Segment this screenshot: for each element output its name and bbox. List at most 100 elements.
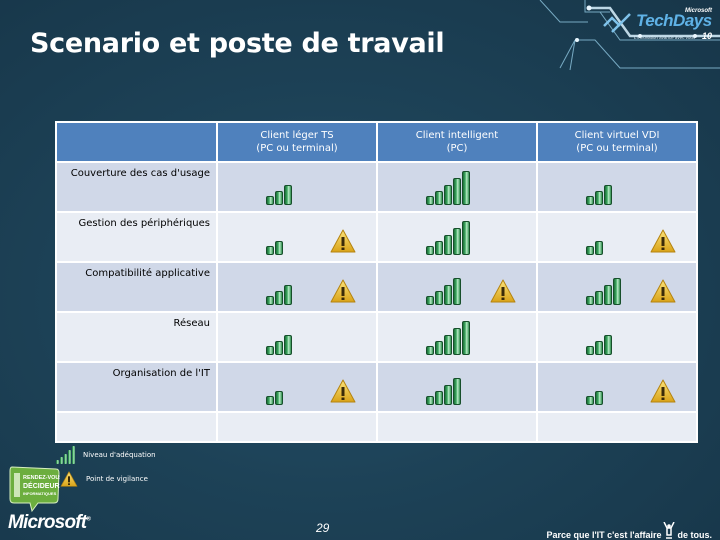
signal-bar (444, 185, 452, 205)
signal-bar (595, 191, 603, 205)
signal-bar (266, 196, 274, 205)
signal-bar (426, 346, 434, 355)
warning-icon (60, 471, 78, 487)
rating-cell (376, 261, 538, 313)
rating-cell (216, 211, 378, 263)
signal-bar (435, 241, 443, 255)
signal-bars-icon (586, 365, 603, 405)
row-label: Compatibilité applicative (55, 261, 218, 313)
tagline-after: de tous. (677, 530, 712, 540)
row-label: Couverture des cas d'usage (55, 161, 218, 213)
signal-bar (462, 221, 470, 255)
signal-bar (453, 378, 461, 405)
signal-bar (444, 235, 452, 255)
header-corner (55, 121, 218, 163)
signal-bar (426, 196, 434, 205)
table-row: Couverture des cas d'usage (55, 161, 698, 213)
signal-bar (595, 341, 603, 355)
column-header: Client virtuel VDI (PC ou terminal) (536, 121, 698, 163)
signal-bar (586, 296, 594, 305)
signal-bar (453, 228, 461, 255)
badge-line2: DÉCIDEURS (23, 481, 60, 490)
slide-title: Scenario et poste de travail (30, 28, 445, 59)
warning-icon (330, 229, 356, 253)
signal-bars-icon (266, 215, 283, 255)
comparison-table: Client léger TS (PC ou terminal) Client i… (55, 121, 698, 443)
warning-icon (650, 279, 676, 303)
rating-cell (376, 411, 538, 443)
signal-bar (453, 178, 461, 205)
signal-bar (426, 296, 434, 305)
microsoft-logo: Microsoft® (8, 512, 91, 533)
logo-tagline: L'innovation avance avec vous (634, 35, 696, 40)
rating-cell (376, 211, 538, 263)
signal-bar (453, 328, 461, 355)
signal-bar (266, 346, 274, 355)
signal-bar (435, 191, 443, 205)
signal-bar (595, 391, 603, 405)
signal-bar (613, 278, 621, 305)
signal-bar (604, 185, 612, 205)
rendez-vous-badge: RENDEZ-VOUS DÉCIDEURS INFORMATIQUES (9, 466, 60, 513)
signal-bar (453, 278, 461, 305)
signal-bars-icon (586, 215, 603, 255)
signal-bar (435, 391, 443, 405)
legend-item-level: Niveau d'adéquation (56, 446, 156, 464)
signal-bar (586, 346, 594, 355)
signal-bar (595, 291, 603, 305)
column-header: Client léger TS (PC ou terminal) (216, 121, 378, 163)
signal-bars-icon (426, 215, 470, 255)
badge-line3: INFORMATIQUES (23, 491, 57, 496)
signal-bars-icon (426, 365, 461, 405)
signal-bar (444, 285, 452, 305)
signal-bar (284, 185, 292, 205)
rating-cell (376, 161, 538, 213)
rating-cell (216, 411, 378, 443)
signal-bars-icon (586, 265, 621, 305)
row-label: Organisation de l'IT (55, 361, 218, 413)
signal-bar (275, 191, 283, 205)
rating-cell (536, 311, 698, 363)
row-label: Réseau (55, 311, 218, 363)
signal-bar (586, 246, 594, 255)
table-row (55, 411, 698, 443)
row-label (55, 411, 218, 443)
rating-cell (376, 311, 538, 363)
signal-bars-icon (266, 365, 283, 405)
signal-bar (604, 285, 612, 305)
signal-bar (275, 241, 283, 255)
rating-cell (536, 211, 698, 263)
signal-bars-icon (266, 315, 292, 355)
signal-bar (586, 196, 594, 205)
signal-bar (435, 341, 443, 355)
rating-cell (536, 261, 698, 313)
rating-cell (376, 361, 538, 413)
signal-bar (595, 241, 603, 255)
rating-cell (536, 161, 698, 213)
techdays-chevron-icon (603, 13, 631, 33)
rating-cell (536, 411, 698, 443)
signal-bar (284, 285, 292, 305)
signal-bars-icon (266, 265, 292, 305)
table-row: Réseau (55, 311, 698, 363)
signal-bar (435, 291, 443, 305)
warning-icon (650, 379, 676, 403)
signal-bars-icon (266, 165, 292, 205)
signal-bar (266, 396, 274, 405)
tagline-before: Parce que l'IT c'est l'affaire (546, 530, 662, 540)
footer-tagline: Parce que l'IT c'est l'affaire de tous. (546, 522, 712, 540)
legend-label: Point de vigilance (86, 475, 148, 483)
signal-bar (426, 246, 434, 255)
rating-cell (216, 311, 378, 363)
rating-cell (216, 161, 378, 213)
signal-bar (275, 391, 283, 405)
signal-bar (604, 335, 612, 355)
signal-bars-icon (426, 265, 461, 305)
signal-bar (444, 385, 452, 405)
signal-bars-icon (56, 446, 75, 464)
warning-icon (650, 229, 676, 253)
person-cheering-icon (663, 522, 676, 539)
signal-bar (266, 246, 274, 255)
signal-bar (444, 335, 452, 355)
badge-line1: RENDEZ-VOUS (23, 475, 60, 481)
